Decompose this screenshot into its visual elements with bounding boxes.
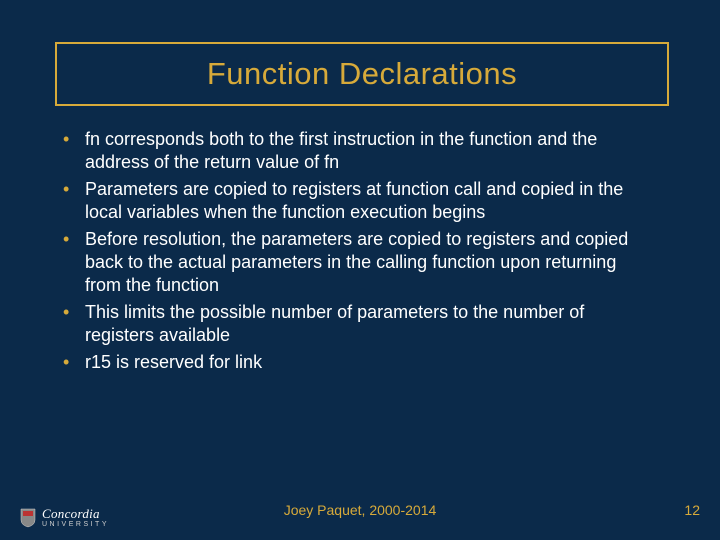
title-box: Function Declarations [55, 42, 669, 106]
slide-title: Function Declarations [207, 56, 517, 92]
bullet-item: This limits the possible number of param… [55, 301, 655, 348]
bullet-item: Parameters are copied to registers at fu… [55, 178, 655, 225]
footer-author: Joey Paquet, 2000-2014 [0, 502, 720, 518]
bullet-item: fn corresponds both to the first instruc… [55, 128, 655, 175]
page-number: 12 [684, 502, 700, 518]
footer: Joey Paquet, 2000-2014 12 [0, 502, 720, 526]
bullet-list: fn corresponds both to the first instruc… [55, 128, 655, 377]
bullet-item: r15 is reserved for link [55, 351, 655, 374]
slide: Function Declarations fn corresponds bot… [0, 0, 720, 540]
bullet-item: Before resolution, the parameters are co… [55, 228, 655, 298]
